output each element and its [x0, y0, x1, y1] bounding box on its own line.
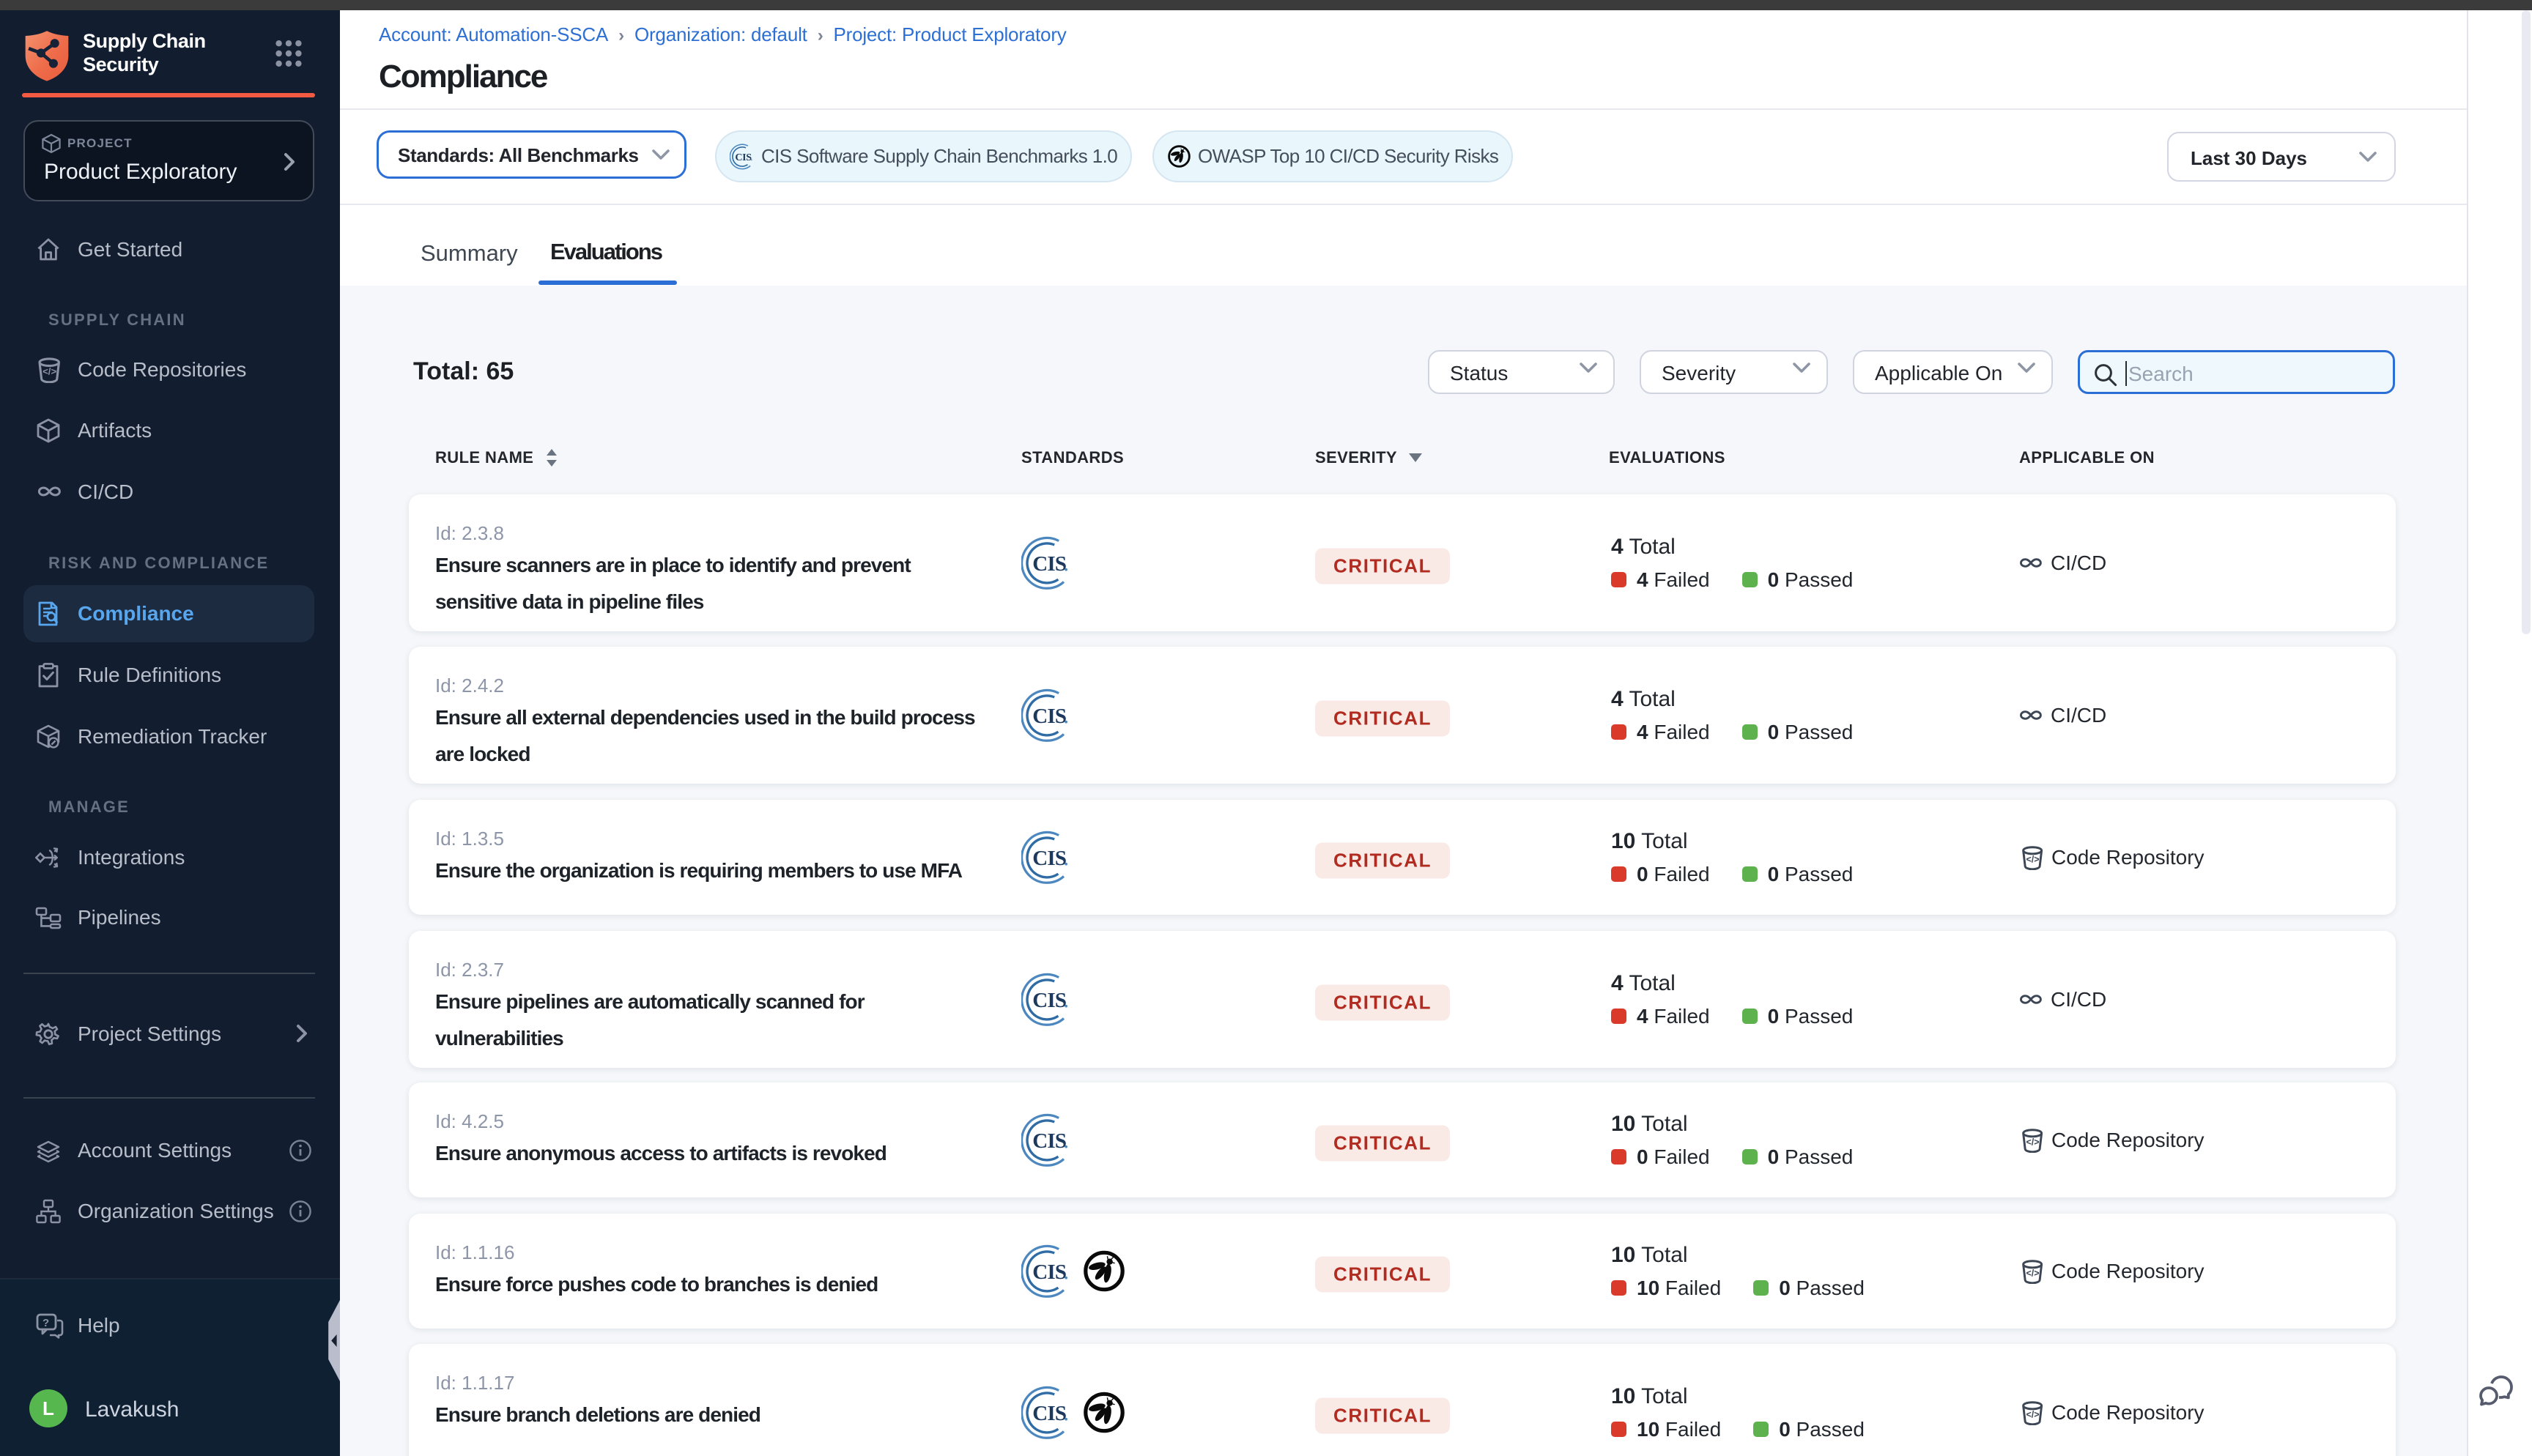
- svg-text:?: ?: [42, 1317, 49, 1329]
